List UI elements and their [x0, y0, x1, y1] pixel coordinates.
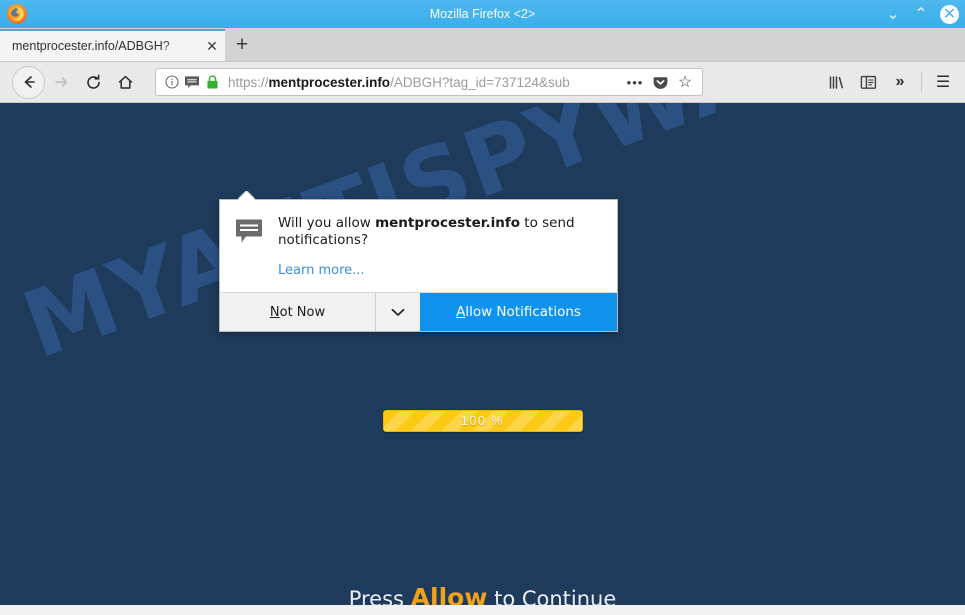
cta-suffix: to Continue	[487, 587, 617, 605]
popup-body: Will you allow mentprocester.info to sen…	[220, 200, 617, 292]
info-icon[interactable]	[162, 72, 182, 92]
not-now-button[interactable]: Not Now	[220, 293, 375, 331]
popup-pointer-arrow	[238, 191, 255, 200]
minimize-button[interactable]: ⌄	[884, 5, 902, 23]
close-icon[interactable]: ✕	[203, 37, 221, 55]
learn-more-link[interactable]: Learn more...	[278, 263, 365, 278]
popup-text-column: Will you allow mentprocester.info to sen…	[278, 215, 603, 279]
back-button[interactable]	[12, 65, 45, 99]
close-button[interactable]: ✕	[940, 4, 959, 24]
popup-footer: Not Now Allow Notifications	[220, 292, 617, 331]
tab-title: mentprocester.info/ADBGH?	[12, 39, 170, 53]
home-button[interactable]	[109, 66, 141, 98]
progress-bar: 100 %	[382, 410, 583, 432]
maximize-button[interactable]: ⌃	[912, 5, 930, 23]
sidebar-icon[interactable]	[852, 66, 884, 98]
url-text[interactable]: https://mentprocester.info/ADBGH?tag_id=…	[228, 75, 624, 90]
forward-button[interactable]	[45, 66, 77, 98]
navigation-toolbar: https://mentprocester.info/ADBGH?tag_id=…	[0, 62, 965, 103]
not-now-label-rest: ot Now	[279, 304, 326, 320]
allow-label-rest: llow Notifications	[465, 304, 581, 320]
page-actions-icon[interactable]: •••	[624, 71, 646, 93]
window-controls: ⌄ ⌃ ✕	[884, 0, 959, 28]
popup-question-host: mentprocester.info	[375, 215, 520, 231]
page-content: MYANTISPYWARE.COM 100 % Press Allow to C…	[0, 103, 965, 605]
url-actions: ••• ☆	[624, 71, 696, 93]
not-now-accesskey: N	[269, 304, 280, 320]
allow-accesskey: A	[456, 304, 466, 320]
popup-question: Will you allow mentprocester.info to sen…	[278, 215, 603, 249]
allow-notifications-button[interactable]: Allow Notifications	[420, 293, 617, 331]
cta-allow-highlight: Allow	[410, 583, 488, 605]
popup-question-prefix: Will you allow	[278, 215, 376, 231]
hamburger-menu-icon[interactable]: ☰	[927, 66, 959, 98]
library-icon[interactable]	[820, 66, 852, 98]
tab-bar: mentprocester.info/ADBGH? ✕ +	[0, 28, 965, 62]
pocket-icon[interactable]	[649, 71, 671, 93]
overflow-chevron-icon[interactable]: »	[884, 66, 916, 98]
notification-permission-popup: Will you allow mentprocester.info to sen…	[219, 199, 618, 332]
toolbar-divider	[921, 72, 922, 92]
padlock-icon[interactable]	[202, 72, 222, 92]
toolbar-right-group: » ☰	[820, 66, 959, 98]
url-scheme: https://	[228, 74, 269, 90]
new-tab-button[interactable]: +	[225, 29, 259, 61]
firefox-logo-icon	[6, 3, 28, 25]
browser-tab[interactable]: mentprocester.info/ADBGH? ✕	[0, 29, 225, 61]
popup-dropdown-button[interactable]	[375, 293, 420, 331]
window-titlebar: Mozilla Firefox <2> ⌄ ⌃ ✕	[0, 0, 965, 28]
window-title: Mozilla Firefox <2>	[429, 7, 536, 21]
call-to-action-text: Press Allow to Continue	[349, 583, 617, 605]
progress-bar-fill: 100 %	[382, 410, 583, 432]
cta-prefix: Press	[348, 587, 411, 605]
url-path: /ADBGH?tag_id=737124&sub	[390, 74, 570, 90]
bookmark-star-icon[interactable]: ☆	[674, 71, 696, 93]
progress-percent-label: 100 %	[461, 414, 504, 428]
reload-button[interactable]	[77, 66, 109, 98]
address-bar[interactable]: https://mentprocester.info/ADBGH?tag_id=…	[155, 68, 703, 96]
speech-bubble-icon	[234, 216, 264, 246]
url-host: mentprocester.info	[268, 74, 391, 90]
speech-bubble-icon[interactable]	[182, 72, 202, 92]
